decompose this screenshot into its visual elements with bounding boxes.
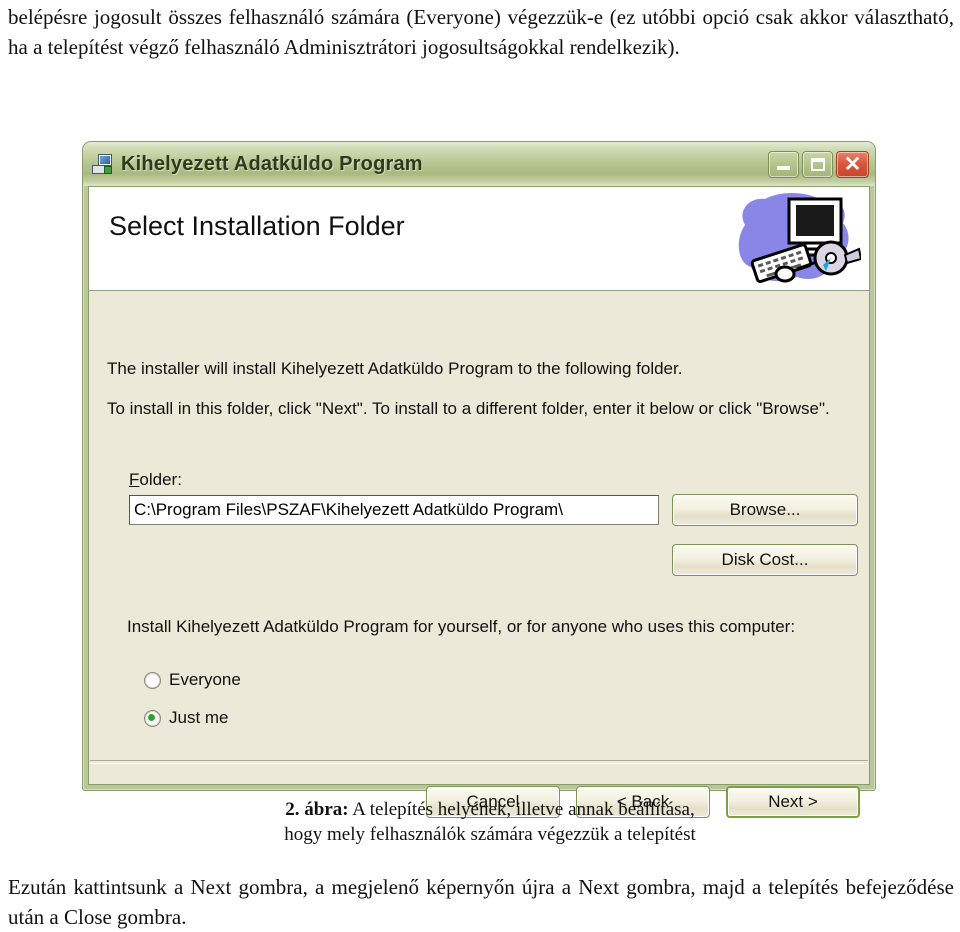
wizard-banner: Select Installation Folder: [89, 187, 869, 291]
disk-cost-button[interactable]: Disk Cost...: [672, 544, 858, 576]
radio-everyone-icon[interactable]: [144, 671, 161, 689]
footer-separator: [90, 760, 868, 764]
radio-option-just-me[interactable]: Just me: [144, 708, 229, 728]
intro-paragraph-text: belépésre jogosult összes felhasználó sz…: [8, 5, 954, 59]
radio-everyone-label: Everyone: [169, 670, 241, 689]
maximize-icon[interactable]: [802, 150, 833, 178]
window-client-area: Select Installation Folder The installer…: [88, 186, 870, 818]
closing-paragraph-text: Ezután kattintsunk a Next gombra, a megj…: [8, 875, 954, 929]
folder-label: Folder:: [129, 470, 182, 490]
install-instructions: To install in this folder, click "Next".…: [107, 399, 830, 418]
radio-option-everyone[interactable]: Everyone: [144, 670, 241, 690]
intro-paragraph: belépésre jogosult összes felhasználó sz…: [8, 2, 954, 62]
installer-package-icon: [92, 153, 114, 175]
minimize-icon[interactable]: [768, 150, 799, 178]
close-icon[interactable]: ✕: [836, 150, 869, 178]
window-title-bar[interactable]: Kihelyezett Adatküldo Program ✕: [83, 142, 875, 186]
folder-label-accel: F: [129, 470, 140, 489]
computer-setup-illustration: [738, 193, 861, 284]
page-title: Select Installation Folder: [109, 211, 405, 241]
figure-caption-line2: hogy mely felhasználók számára végezzük …: [284, 824, 696, 845]
radio-just-me-label: Just me: [169, 708, 229, 727]
wizard-body: The installer will install Kihelyezett A…: [89, 292, 869, 818]
browse-button[interactable]: Browse...: [672, 494, 858, 526]
figure-caption-label: 2. ábra:: [285, 799, 349, 820]
install-target-description: The installer will install Kihelyezett A…: [107, 359, 683, 378]
folder-label-rest: older:: [139, 470, 182, 489]
closing-paragraph: Ezután kattintsunk a Next gombra, a megj…: [8, 872, 954, 932]
installer-window: Kihelyezett Adatküldo Program ✕ Select I…: [82, 141, 876, 818]
install-scope-question: Install Kihelyezett Adatküldo Program fo…: [127, 617, 796, 636]
figure-caption-line1: A telepítés helyének, illetve annak beál…: [348, 799, 695, 820]
window-title: Kihelyezett Adatküldo Program: [121, 152, 423, 175]
caption-button-group: ✕: [768, 150, 869, 178]
folder-path-input[interactable]: C:\Program Files\PSZAF\Kihelyezett Adatk…: [129, 495, 659, 525]
radio-just-me-icon[interactable]: [144, 709, 161, 727]
figure-caption: 2. ábra: A telepítés helyének, illetve a…: [190, 797, 790, 847]
